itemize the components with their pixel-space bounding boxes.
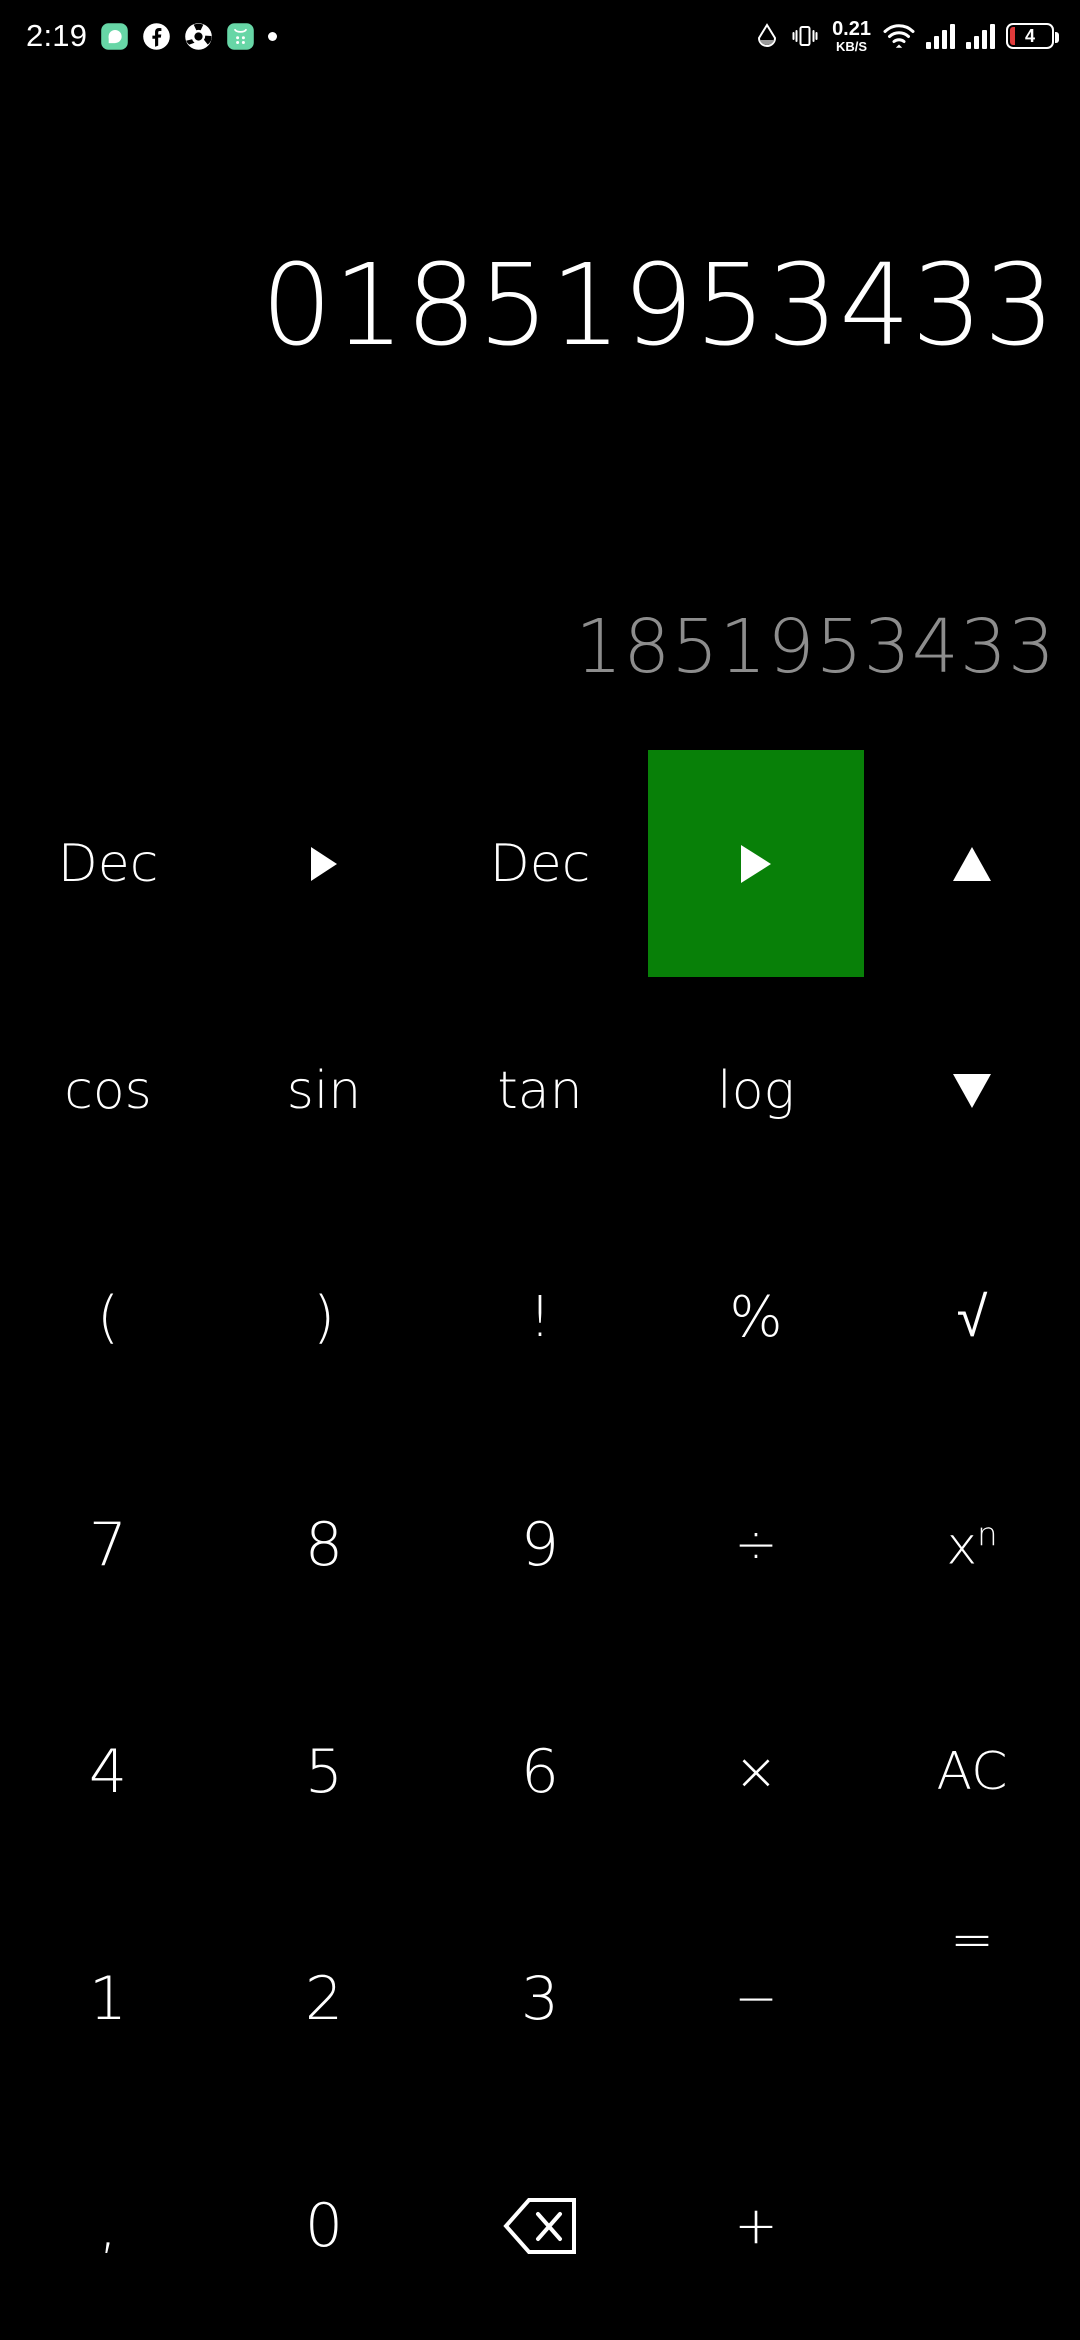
key-3[interactable]: 3 <box>432 1886 648 2113</box>
key-all-clear[interactable]: AC <box>864 1659 1080 1886</box>
key-8-label: 8 <box>304 1509 344 1580</box>
key-decimal-comma-label: , <box>98 2191 118 2262</box>
key-minus[interactable]: − <box>648 1886 864 2113</box>
key-arrow-right-2[interactable] <box>648 750 864 978</box>
key-cos-label: cos <box>64 1060 152 1121</box>
key-arrow-up[interactable] <box>864 750 1080 977</box>
battery-level-fill <box>1010 27 1015 45</box>
more-notifications-dot-icon <box>268 31 278 41</box>
battery-indicator: 4 <box>1006 23 1059 49</box>
key-sqrt[interactable]: √ <box>864 1204 1080 1431</box>
arrow-down-icon <box>953 1073 991 1108</box>
key-1[interactable]: 1 <box>0 1886 216 2113</box>
network-speed-indicator: 0.21 KB/S <box>832 19 871 53</box>
key-equals-spacer <box>864 2113 1080 2340</box>
calculator-keypad: Dec Dec cos sin tan log ()!% √ 7 8 9 ÷ xn 4 5 6 × AC 1 2 3 − =… <box>0 750 1080 2340</box>
key-multiply-label: × <box>734 1742 778 1803</box>
key-factorial[interactable]: ! <box>432 1204 648 1431</box>
key-paren-open[interactable]: ( <box>0 1204 216 1431</box>
key-power-exponent: n <box>977 1514 998 1553</box>
facebook-icon <box>143 22 170 50</box>
status-bar: 2:19 0.21 KB/S 4 <box>0 0 1080 72</box>
signal-bars-sim2-icon <box>966 23 995 49</box>
key-dec-left[interactable]: Dec <box>0 750 216 977</box>
arrow-up-icon <box>953 846 991 881</box>
key-1-label: 1 <box>88 1964 128 2035</box>
vibrate-mode-icon <box>792 26 818 46</box>
key-dec-right[interactable]: Dec <box>432 750 648 977</box>
key-5[interactable]: 5 <box>216 1659 432 1886</box>
key-plus-label: + <box>734 2196 778 2257</box>
key-decimal-comma[interactable]: , <box>0 2113 216 2340</box>
key-paren-open-label: ( <box>97 1284 119 1350</box>
key-3-label: 3 <box>520 1964 560 2035</box>
key-arrow-down[interactable] <box>864 977 1080 1204</box>
calculator-display: 01851953433 1851953433 <box>0 72 1080 750</box>
key-dec-left-label: Dec <box>57 833 159 894</box>
battery-level-text: 4 <box>1024 25 1035 46</box>
key-dec-right-label: Dec <box>489 833 591 894</box>
key-2-label: 2 <box>304 1964 344 2035</box>
calculator-screen: 2:19 0.21 KB/S 4 01851953433 1851953433 … <box>0 0 1080 2340</box>
key-percent-label: % <box>729 1284 783 1350</box>
key-equals-label: = <box>950 1909 994 1970</box>
key-paren-close[interactable]: ) <box>216 1204 432 1431</box>
key-9-label: 9 <box>520 1509 560 1580</box>
key-arrow-right-1[interactable] <box>216 750 432 977</box>
key-equals[interactable]: = <box>864 1886 1080 2113</box>
arrow-right-icon <box>741 844 771 883</box>
arrow-right-icon <box>311 846 337 881</box>
key-power-label: xn <box>946 1514 998 1577</box>
key-4[interactable]: 4 <box>0 1659 216 1886</box>
status-bar-right: 0.21 KB/S 4 <box>755 19 1059 53</box>
key-log-label: log <box>717 1060 795 1121</box>
key-tan[interactable]: tan <box>432 977 648 1204</box>
water-drop-icon <box>758 23 777 47</box>
primary-display-value[interactable]: 01851953433 <box>261 250 1056 362</box>
key-4-label: 4 <box>88 1737 128 1808</box>
key-divide-label: ÷ <box>734 1514 778 1575</box>
key-2[interactable]: 2 <box>216 1886 432 2113</box>
key-5-label: 5 <box>304 1737 344 1808</box>
key-tan-label: tan <box>497 1060 583 1121</box>
key-all-clear-label: AC <box>936 1742 1008 1803</box>
app-flower-icon <box>185 22 212 50</box>
key-sin[interactable]: sin <box>216 977 432 1204</box>
status-clock: 2:19 <box>26 18 88 53</box>
key-divide[interactable]: ÷ <box>648 1431 864 1658</box>
key-percent[interactable]: % <box>648 1204 864 1431</box>
status-bar-left: 2:19 <box>26 18 278 54</box>
key-7[interactable]: 7 <box>0 1431 216 1658</box>
backspace-icon <box>502 2197 578 2255</box>
key-6[interactable]: 6 <box>432 1659 648 1886</box>
key-paren-close-label: ) <box>313 1284 335 1350</box>
secondary-display-value: 1851953433 <box>575 604 1056 690</box>
key-backspace[interactable] <box>432 2113 648 2340</box>
wifi-icon <box>883 24 915 48</box>
key-sin-label: sin <box>286 1060 362 1121</box>
key-7-label: 7 <box>88 1509 128 1580</box>
messaging-icon <box>101 22 128 50</box>
key-multiply[interactable]: × <box>648 1659 864 1886</box>
key-0-label: 0 <box>304 2191 344 2262</box>
green-app-icon <box>227 22 254 50</box>
key-minus-label: − <box>734 1969 778 2030</box>
key-factorial-label: ! <box>528 1284 552 1350</box>
key-6-label: 6 <box>520 1737 560 1808</box>
key-sqrt-label: √ <box>956 1284 988 1350</box>
key-log[interactable]: log <box>648 977 864 1204</box>
signal-bars-sim1-icon <box>926 23 955 49</box>
key-cos[interactable]: cos <box>0 977 216 1204</box>
network-speed-value: 0.21 <box>832 18 871 40</box>
key-8[interactable]: 8 <box>216 1431 432 1658</box>
key-power[interactable]: xn <box>864 1431 1080 1658</box>
network-speed-unit: KB/S <box>836 39 868 54</box>
key-0[interactable]: 0 <box>216 2113 432 2340</box>
key-plus[interactable]: + <box>648 2113 864 2340</box>
key-9[interactable]: 9 <box>432 1431 648 1658</box>
